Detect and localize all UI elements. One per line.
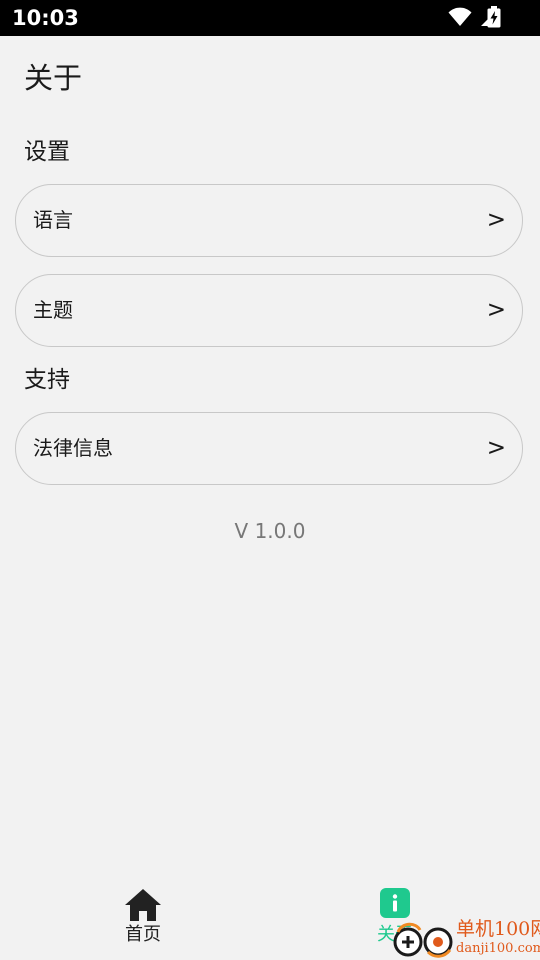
- legal-info-label: 法律信息: [33, 436, 113, 460]
- info-icon: [380, 888, 410, 918]
- watermark-url: danji100.com: [456, 941, 540, 956]
- battery-charging-icon: [487, 6, 501, 28]
- nav-home-label: 首页: [125, 924, 161, 945]
- language-row-button[interactable]: 语言 >: [15, 184, 523, 257]
- status-bar: 10:03: [0, 0, 540, 36]
- section-title-support: 支持: [24, 367, 70, 393]
- home-icon: [125, 889, 161, 921]
- chevron-right-icon: >: [486, 297, 506, 323]
- legal-info-row-button[interactable]: 法律信息 >: [15, 412, 523, 485]
- wifi-icon: [448, 7, 472, 26]
- chevron-right-icon: >: [486, 207, 506, 233]
- theme-label: 主题: [33, 298, 73, 322]
- watermark-text: 单机100网: [456, 918, 540, 940]
- watermark: 单机100网 danji100.com: [392, 918, 540, 960]
- status-time: 10:03: [12, 6, 79, 30]
- watermark-logo-icon: [393, 922, 453, 958]
- page-title: 关于: [24, 61, 83, 95]
- language-label: 语言: [33, 208, 73, 232]
- chevron-right-icon: >: [486, 435, 506, 461]
- section-title-settings: 设置: [24, 139, 70, 165]
- version-text: V 1.0.0: [234, 519, 306, 543]
- theme-row-button[interactable]: 主题 >: [15, 274, 523, 347]
- nav-home-button[interactable]: 首页: [103, 885, 183, 955]
